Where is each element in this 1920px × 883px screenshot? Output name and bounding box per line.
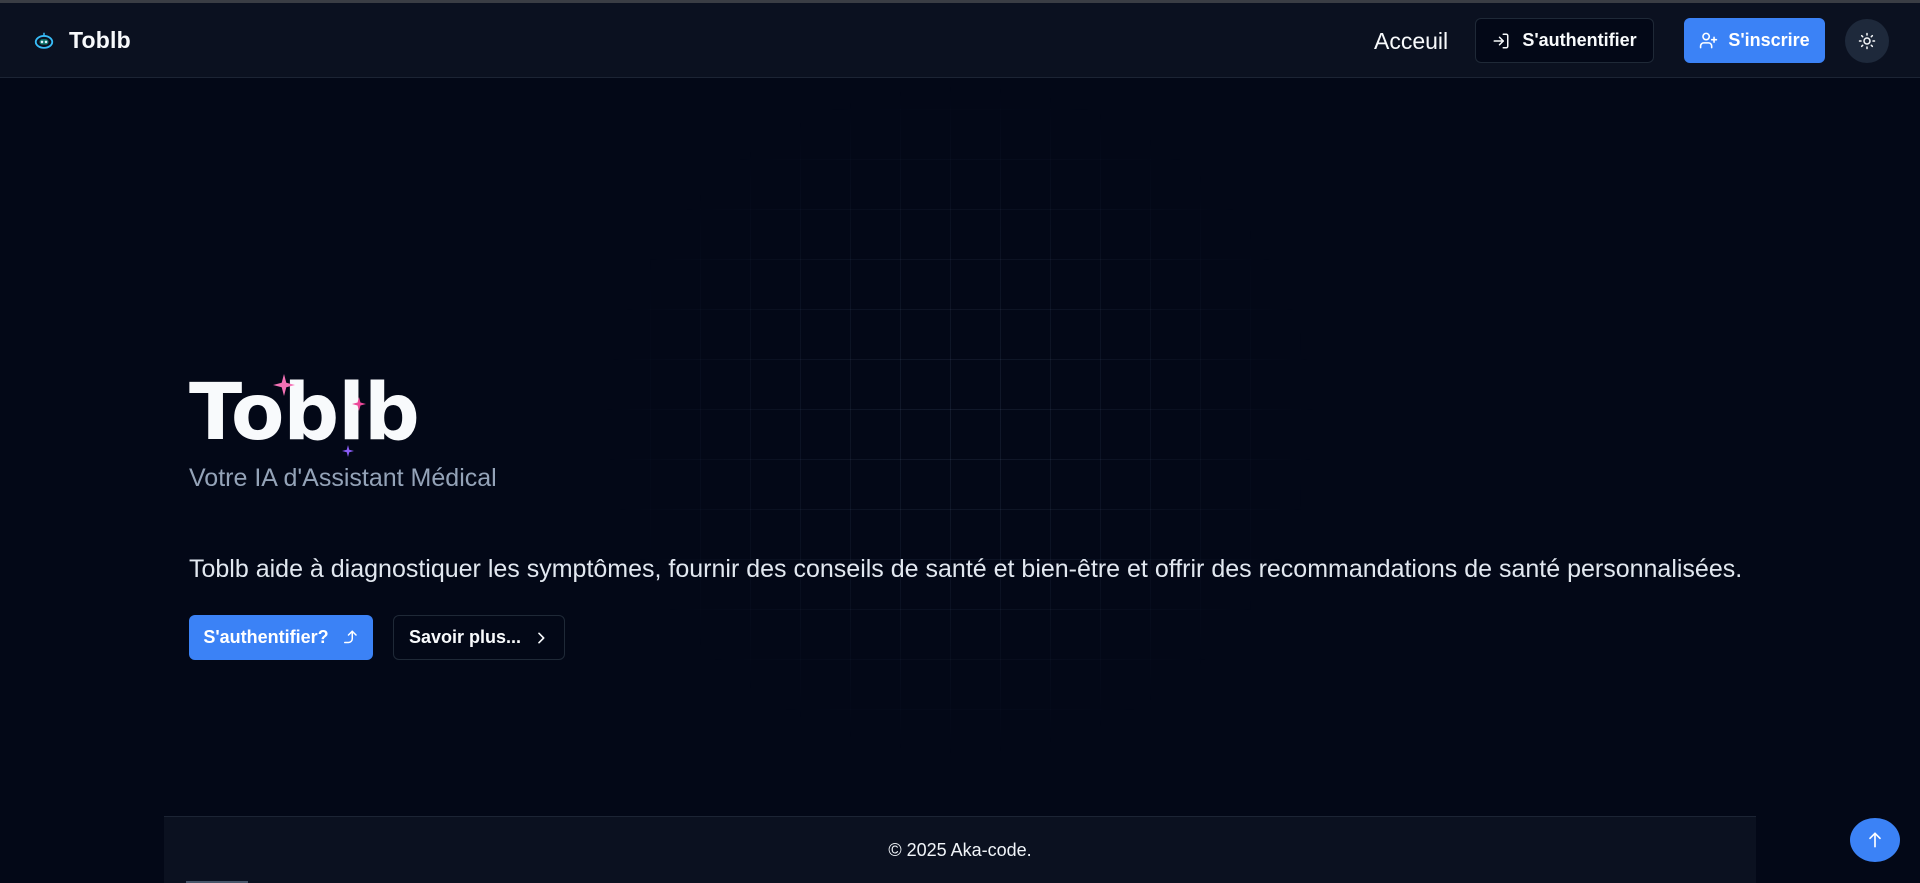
hero-title-wrap: Toblb: [189, 368, 420, 458]
footer-copyright: © 2025 Aka-code.: [888, 839, 1032, 860]
login-button[interactable]: S'authentifier: [1475, 18, 1654, 63]
sun-icon: [1858, 32, 1876, 50]
sparkle-icon: [342, 445, 354, 457]
learn-more-button-label: Savoir plus...: [408, 627, 522, 647]
login-button-label: S'authentifier: [1522, 30, 1637, 50]
cta-login-button-label: S'authentifier?: [203, 627, 329, 647]
brand[interactable]: Toblb: [33, 27, 131, 54]
hero-subtitle: Votre IA d'Assistant Médical: [189, 464, 497, 492]
hero: Toblb Votre IA d'Assistant Médical: [189, 368, 497, 493]
hero-description: Toblb aide à diagnostiquer les symptômes…: [189, 555, 1743, 583]
signup-button-label: S'inscrire: [1728, 30, 1810, 50]
chevron-right-icon: [533, 630, 549, 646]
navbar: Toblb Acceuil S'authentifier S'inscrire: [0, 3, 1920, 78]
scroll-to-top-button[interactable]: [1850, 818, 1900, 862]
hero-title: Toblb: [189, 368, 420, 458]
sparkle-icon: [273, 374, 295, 396]
learn-more-button[interactable]: Savoir plus...: [393, 615, 565, 660]
signup-button[interactable]: S'inscrire: [1684, 18, 1825, 63]
hero-grid-background: [600, 80, 1320, 760]
robot-icon: [33, 30, 55, 52]
footer: © 2025 Aka-code.: [164, 816, 1756, 883]
cta-login-button[interactable]: S'authentifier?: [189, 615, 373, 660]
user-plus-icon: [1699, 31, 1718, 50]
nav-link-home[interactable]: Acceuil: [1374, 28, 1448, 55]
log-in-icon: [1492, 32, 1510, 50]
arrow-up-icon: [1865, 830, 1885, 850]
corner-up-arrow-icon: [341, 629, 359, 647]
theme-toggle-button[interactable]: [1845, 19, 1889, 63]
brand-name: Toblb: [69, 27, 131, 53]
sparkle-icon: [352, 397, 366, 411]
